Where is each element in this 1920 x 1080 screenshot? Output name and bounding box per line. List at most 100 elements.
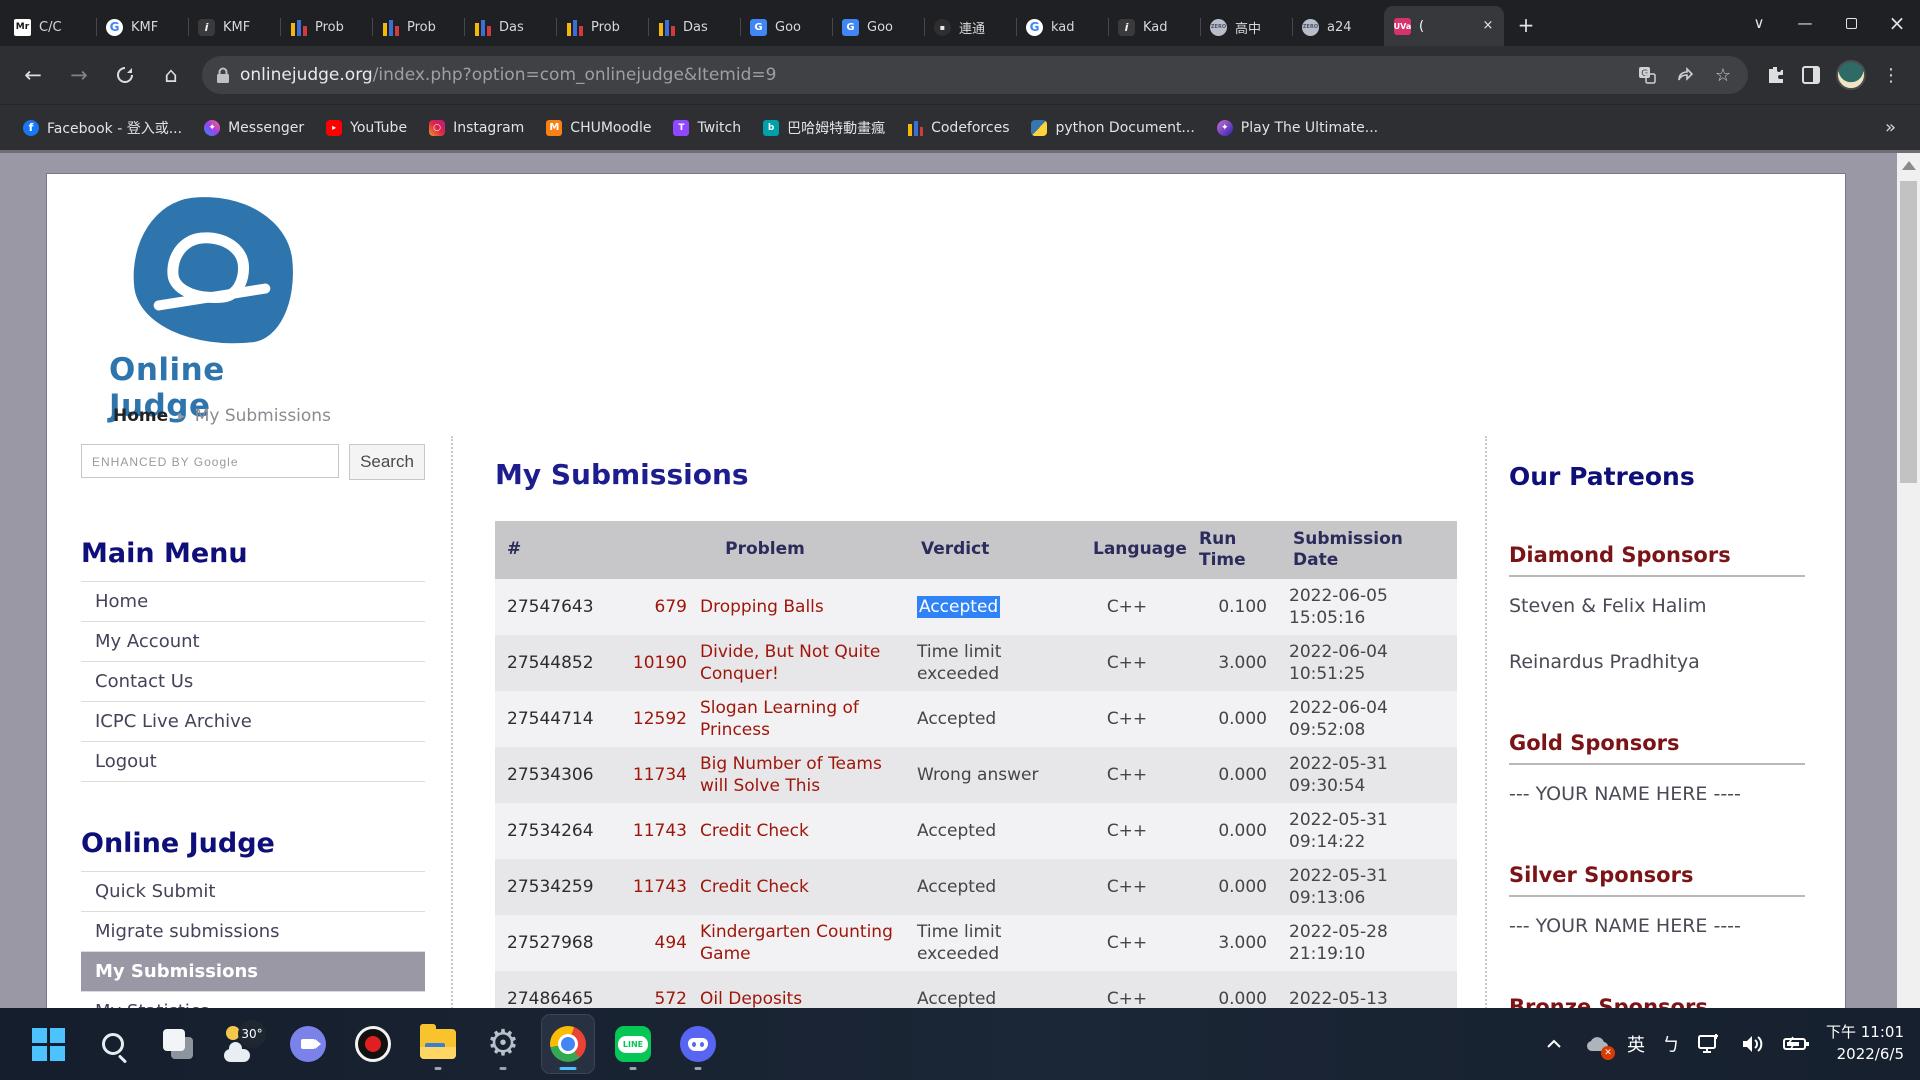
- cast-display-icon[interactable]: [1697, 1031, 1723, 1057]
- taskbar-clock[interactable]: 下午 11:01 2022/6/5: [1826, 1022, 1904, 1066]
- bookmark-item[interactable]: ○ Instagram: [420, 115, 533, 141]
- battery-charging-icon[interactable]: [1783, 1031, 1809, 1057]
- problem-number-link[interactable]: 11743: [613, 876, 687, 898]
- sidebar-item-home[interactable]: Home: [81, 582, 425, 622]
- share-icon[interactable]: [1674, 64, 1696, 86]
- scrollbar-up-arrow-icon[interactable]: [1902, 161, 1916, 170]
- browser-tab[interactable]: G Goo: [740, 8, 832, 46]
- site-logo[interactable]: Online Judge: [109, 196, 329, 424]
- problem-number-link[interactable]: 679: [613, 596, 687, 618]
- taskbar-app-weather[interactable]: 30°: [217, 1015, 269, 1073]
- browser-tab[interactable]: G KMF: [96, 8, 188, 46]
- search-input[interactable]: [81, 444, 339, 478]
- back-button[interactable]: ←: [14, 56, 52, 94]
- ime-language-indicator[interactable]: 英: [1627, 1031, 1645, 1057]
- tray-chevron-up-icon[interactable]: [1541, 1031, 1567, 1057]
- browser-tab[interactable]: G Goo: [832, 8, 924, 46]
- browser-tab[interactable]: ZERO 高中: [1200, 8, 1292, 46]
- sidebar-item-my-submissions[interactable]: My Submissions: [81, 952, 425, 992]
- browser-tab[interactable]: i Kad: [1108, 8, 1200, 46]
- problem-title-link[interactable]: Divide, But Not Quite Conquer!: [687, 641, 917, 685]
- browser-tab[interactable]: Das: [464, 8, 556, 46]
- bookmark-item[interactable]: Codeforces: [898, 115, 1018, 141]
- taskbar-app-settings[interactable]: ⚙: [477, 1015, 529, 1073]
- bookmark-item[interactable]: f Facebook - 登入或...: [14, 113, 191, 143]
- header-verdict: Verdict: [917, 533, 1089, 566]
- address-bar[interactable]: onlinejudge.org/index.php?option=com_onl…: [202, 56, 1748, 94]
- reload-button[interactable]: [106, 56, 144, 94]
- side-panel-icon[interactable]: [1800, 64, 1822, 86]
- taskbar-app-recorder[interactable]: [347, 1015, 399, 1073]
- volume-icon[interactable]: [1740, 1031, 1766, 1057]
- search-button[interactable]: Search: [349, 444, 425, 480]
- sidebar-item-icpc-live-archive[interactable]: ICPC Live Archive: [81, 702, 425, 742]
- sidebar-item-migrate-submissions[interactable]: Migrate submissions: [81, 912, 425, 952]
- bookmark-item[interactable]: ✦ Play The Ultimate...: [1208, 115, 1387, 141]
- breadcrumb-home[interactable]: Home: [113, 406, 168, 426]
- extensions-puzzle-icon[interactable]: [1764, 64, 1786, 86]
- running-indicator: [435, 1067, 442, 1070]
- taskbar-app-search[interactable]: [87, 1015, 139, 1073]
- problem-number-link[interactable]: 11743: [613, 820, 687, 842]
- taskbar-app-meet[interactable]: [282, 1015, 334, 1073]
- sidebar-item-contact-us[interactable]: Contact Us: [81, 662, 425, 702]
- bookmark-item[interactable]: M CHUMoodle: [537, 115, 660, 141]
- runtime-text: 0.000: [1195, 764, 1289, 786]
- taskbar-app-start[interactable]: [22, 1015, 74, 1073]
- bookmark-item[interactable]: ▸ YouTube: [317, 115, 416, 141]
- bookmark-item[interactable]: b 巴哈姆特動畫瘋: [754, 113, 894, 143]
- browser-tab[interactable]: Prob: [280, 8, 372, 46]
- taskbar-app-explorer[interactable]: [412, 1015, 464, 1073]
- forward-button[interactable]: →: [60, 56, 98, 94]
- problem-number-link[interactable]: 572: [613, 988, 687, 1008]
- browser-tab[interactable]: Prob: [556, 8, 648, 46]
- sidebar-item-my-account[interactable]: My Account: [81, 622, 425, 662]
- sidebar-item-quick-submit[interactable]: Quick Submit: [81, 872, 425, 912]
- bookmark-item[interactable]: python Document...: [1022, 115, 1203, 141]
- browser-tab[interactable]: Mr C/C: [4, 8, 96, 46]
- sidebar-item-my-statistics[interactable]: My Statistics: [81, 992, 425, 1008]
- browser-tab[interactable]: G kad: [1016, 8, 1108, 46]
- problem-title-link[interactable]: Kindergarten Counting Game: [687, 921, 917, 965]
- bookmark-item[interactable]: T Twitch: [664, 115, 750, 141]
- home-button[interactable]: ⌂: [152, 56, 190, 94]
- browser-tab[interactable]: ZERO a24: [1292, 8, 1384, 46]
- problem-number-link[interactable]: 494: [613, 932, 687, 954]
- browser-tab[interactable]: i KMF: [188, 8, 280, 46]
- window-close-button[interactable]: ×: [1874, 0, 1920, 46]
- problem-number-link[interactable]: 12592: [613, 708, 687, 730]
- bookmark-star-icon[interactable]: ☆: [1712, 64, 1734, 86]
- problem-title-link[interactable]: Dropping Balls: [687, 596, 917, 618]
- problem-title-link[interactable]: Credit Check: [687, 820, 917, 842]
- browser-tab[interactable]: UVa ( ×: [1384, 6, 1504, 46]
- problem-number-link[interactable]: 10190: [613, 652, 687, 674]
- window-minimize-button[interactable]: —: [1782, 0, 1828, 46]
- new-tab-button[interactable]: +: [1512, 12, 1540, 40]
- taskbar-app-chrome[interactable]: [542, 1015, 594, 1073]
- tab-search-chevron-icon[interactable]: ∨: [1736, 0, 1782, 46]
- bookmark-item[interactable]: ✦ Messenger: [195, 115, 313, 141]
- window-restore-button[interactable]: [1828, 0, 1874, 46]
- translate-icon[interactable]: G: [1636, 64, 1658, 86]
- tab-close-icon[interactable]: ×: [1480, 18, 1496, 34]
- taskbar-app-task-view[interactable]: [152, 1015, 204, 1073]
- profile-avatar[interactable]: [1836, 60, 1866, 90]
- browser-menu-kebab-icon[interactable]: ⋮: [1880, 64, 1902, 86]
- problem-title-link[interactable]: Big Number of Teams will Solve This: [687, 753, 917, 797]
- browser-tab[interactable]: Das: [648, 8, 740, 46]
- taskbar-app-line[interactable]: LINE: [607, 1015, 659, 1073]
- browser-tab[interactable]: ▪ 連通: [924, 8, 1016, 46]
- ime-keyboard-indicator[interactable]: ㄅ: [1662, 1031, 1680, 1057]
- bookmarks-overflow-chevron[interactable]: »: [1875, 117, 1906, 138]
- browser-tab[interactable]: Prob: [372, 8, 464, 46]
- problem-number-link[interactable]: 11734: [613, 764, 687, 786]
- taskbar-app-discord[interactable]: [672, 1015, 724, 1073]
- onedrive-error-icon[interactable]: ✕: [1584, 1031, 1610, 1057]
- sidebar-item-logout[interactable]: Logout: [81, 742, 425, 782]
- browser-scrollbar[interactable]: [1897, 153, 1920, 1008]
- scrollbar-thumb[interactable]: [1900, 181, 1917, 483]
- problem-title-link[interactable]: Oil Deposits: [687, 988, 917, 1008]
- problem-title-link[interactable]: Slogan Learning of Princess: [687, 697, 917, 741]
- table-row: 27544852 10190 Divide, But Not Quite Con…: [495, 635, 1457, 691]
- problem-title-link[interactable]: Credit Check: [687, 876, 917, 898]
